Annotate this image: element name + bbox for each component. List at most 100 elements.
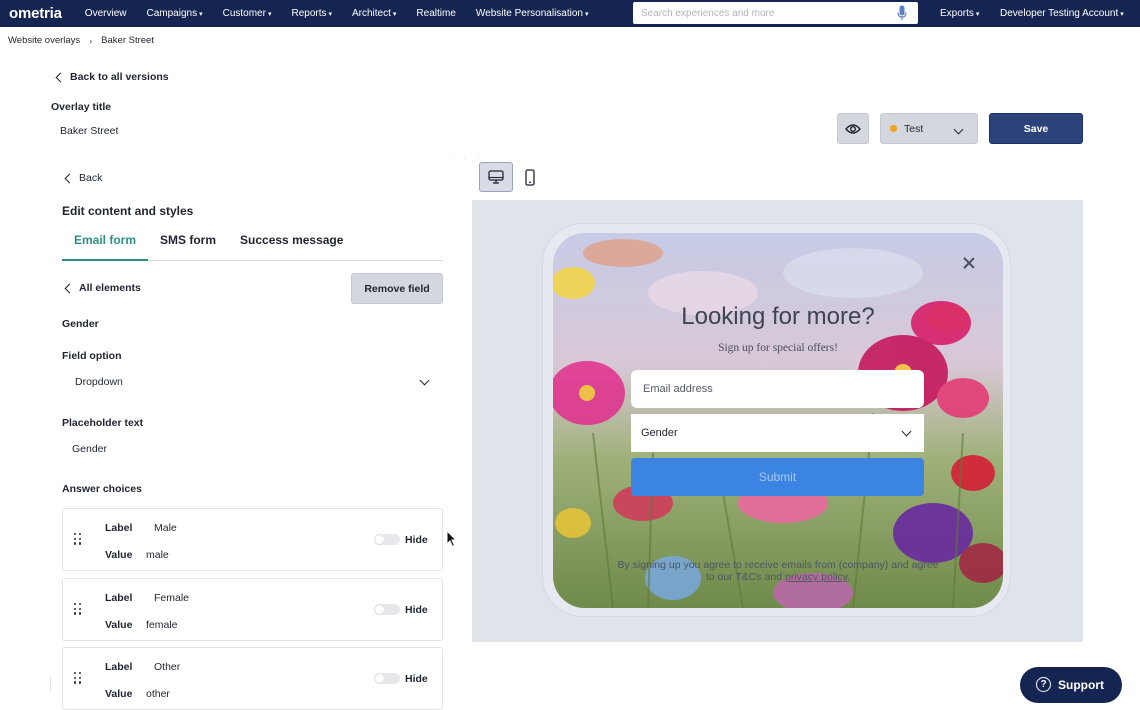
nav-architect-label: Architect: [352, 8, 391, 19]
support-button[interactable]: ? Support: [1020, 667, 1122, 703]
nav-customer[interactable]: Customer ▾: [223, 8, 272, 19]
nav-exports[interactable]: Exports ▾: [940, 8, 979, 19]
terms-prefix: By signing up you agree to receive email…: [617, 559, 939, 583]
nav-realtime-label: Realtime: [416, 8, 456, 19]
caret-down-icon: ▾: [267, 11, 272, 18]
hide-toggle[interactable]: [374, 534, 400, 545]
choice-value-input[interactable]: female: [146, 619, 178, 631]
chevron-down-icon: [953, 124, 964, 135]
all-elements-link[interactable]: All elements: [64, 282, 141, 294]
overlay-popup-preview: Looking for more? Sign up for special of…: [553, 233, 1003, 608]
choice-value-key: Value: [105, 688, 133, 700]
back-to-all-versions-label: Back to all versions: [70, 71, 169, 83]
choice-label-key: Label: [105, 661, 133, 673]
microphone-icon[interactable]: [894, 5, 910, 21]
search-input[interactable]: [641, 7, 894, 19]
nav-overview-label: Overview: [84, 8, 127, 19]
back-link[interactable]: Back: [64, 172, 102, 184]
placeholder-text-input[interactable]: Gender: [72, 443, 107, 455]
choice-value-key: Value: [105, 619, 133, 631]
nav-overview[interactable]: Overview: [85, 8, 127, 19]
mouse-cursor-icon: [446, 530, 458, 548]
caret-down-icon: ▾: [1120, 11, 1124, 18]
caret-down-icon: ▾: [975, 11, 980, 18]
choice-value-input[interactable]: male: [146, 549, 169, 561]
popup-terms-text: By signing up you agree to receive email…: [613, 559, 943, 583]
caret-down-icon: ▾: [199, 11, 203, 18]
nav-customer-label: Customer: [222, 8, 266, 19]
drag-handle-icon[interactable]: [74, 603, 82, 615]
caret-down-icon: ▾: [585, 11, 589, 18]
desktop-view-button[interactable]: [479, 162, 513, 192]
nav-reports-label: Reports: [291, 8, 327, 19]
privacy-policy-link[interactable]: privacy policy: [785, 571, 847, 583]
desktop-icon: [488, 170, 504, 184]
status-dot: [890, 125, 897, 132]
nav-campaigns-label: Campaigns: [146, 8, 198, 19]
answer-choice-card: Label Female Value female Hide: [62, 578, 443, 641]
chevron-down-icon: [901, 426, 912, 436]
ometria-logo[interactable]: ometria: [9, 5, 62, 22]
breadcrumb-separator: ›: [89, 35, 93, 46]
all-elements-label: All elements: [79, 282, 141, 294]
save-button[interactable]: Save: [989, 113, 1083, 144]
popup-headline: Looking for more?: [681, 303, 875, 330]
help-icon: ?: [1036, 676, 1051, 692]
hide-toggle[interactable]: [374, 604, 400, 615]
drag-handle-icon[interactable]: [74, 533, 82, 545]
support-label: Support: [1058, 678, 1104, 692]
tab-email-form[interactable]: Email form: [62, 228, 149, 261]
popup-subheadline: Sign up for special offers!: [718, 342, 838, 354]
status-label: Test: [904, 122, 924, 135]
logo-text: ometria: [9, 5, 62, 22]
breadcrumb-current: Baker Street: [101, 35, 154, 46]
mobile-icon: [525, 168, 535, 186]
tab-sms-form[interactable]: SMS form: [148, 228, 228, 261]
hide-toggle[interactable]: [374, 673, 400, 684]
nav-architect[interactable]: Architect ▾: [352, 8, 396, 19]
nav-campaigns[interactable]: Campaigns ▾: [146, 8, 202, 19]
panel-divider: [50, 676, 51, 692]
field-name-heading: Gender: [62, 318, 99, 330]
field-option-label: Field option: [62, 350, 122, 362]
nav-account-label: Developer Testing Account: [1000, 8, 1119, 19]
mobile-view-button[interactable]: [520, 162, 540, 192]
choice-label-input[interactable]: Female: [154, 592, 189, 604]
choice-label-input[interactable]: Male: [154, 522, 177, 534]
hide-label: Hide: [405, 604, 428, 616]
caret-down-icon: ▾: [392, 11, 397, 18]
popup-gender-select[interactable]: Gender: [631, 414, 924, 452]
top-navigation-bar: ometria Overview Campaigns ▾ Customer ▾ Re…: [0, 0, 1140, 27]
choice-label-input[interactable]: Other: [154, 661, 180, 673]
placeholder-text-label: Placeholder text: [62, 417, 144, 429]
answer-choice-card: Label Male Value male Hide: [62, 508, 443, 571]
chevron-left-icon: [55, 72, 66, 82]
tab-success-message[interactable]: Success message: [228, 228, 355, 261]
status-select[interactable]: Test: [880, 113, 978, 144]
back-label: Back: [79, 172, 103, 184]
nav-account[interactable]: Developer Testing Account ▾: [1000, 8, 1124, 19]
field-option-select[interactable]: Dropdown: [64, 370, 434, 394]
editor-tabs: Email form SMS form Success message: [62, 228, 443, 261]
chevron-left-icon: [64, 283, 75, 293]
hide-label: Hide: [405, 534, 428, 546]
remove-field-button[interactable]: Remove field: [351, 273, 443, 304]
global-search: [633, 2, 918, 24]
choice-value-input[interactable]: other: [146, 688, 170, 700]
hide-label: Hide: [405, 673, 428, 685]
answer-choices-label: Answer choices: [62, 483, 142, 495]
nav-website-personalisation[interactable]: Website Personalisation ▾: [476, 8, 589, 19]
popup-email-field[interactable]: [631, 370, 924, 408]
breadcrumb-website-overlays[interactable]: Website overlays: [8, 35, 80, 46]
popup-gender-value: Gender: [641, 427, 678, 439]
back-to-all-versions-link[interactable]: Back to all versions: [55, 71, 169, 83]
preview-button[interactable]: [837, 113, 869, 144]
popup-submit-button[interactable]: Submit: [631, 458, 924, 496]
close-icon[interactable]: [963, 257, 975, 269]
breadcrumb: Website overlays › Baker Street: [8, 35, 154, 46]
caret-down-icon: ▾: [328, 11, 332, 18]
drag-handle-icon[interactable]: [74, 672, 82, 684]
nav-realtime[interactable]: Realtime: [416, 8, 455, 19]
nav-reports[interactable]: Reports ▾: [291, 8, 332, 19]
overlay-title-value[interactable]: Baker Street: [60, 125, 118, 137]
